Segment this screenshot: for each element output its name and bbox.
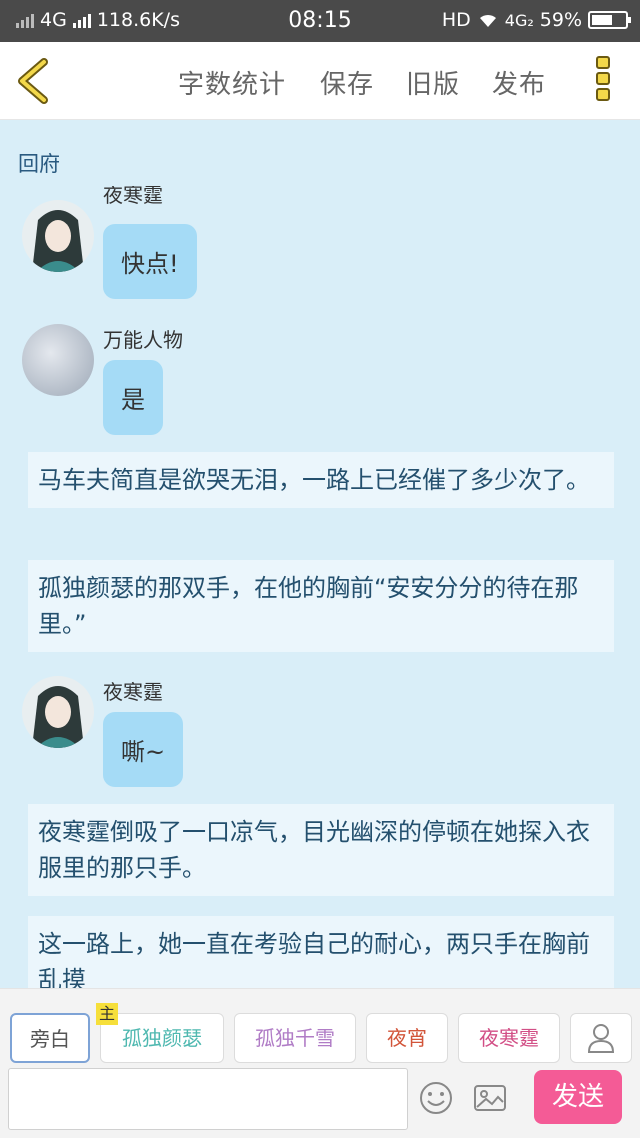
emoji-button[interactable]: [418, 1080, 454, 1116]
narration-block[interactable]: 这一路上，她一直在考验自己的耐心，两只手在胸前乱摸: [28, 916, 614, 988]
character-chip-narrator[interactable]: 旁白: [10, 1013, 90, 1063]
character-avatar-icon: [22, 676, 94, 748]
image-icon: [474, 1085, 506, 1111]
character-chip-label: 孤独千雪: [255, 1026, 335, 1050]
character-chip-ye-hanting[interactable]: 夜寒霆: [458, 1013, 560, 1063]
person-icon: [587, 1024, 615, 1053]
battery-percent: 59%: [539, 9, 582, 31]
speaker-name: 夜寒霆: [103, 186, 163, 207]
hd-label: HD: [441, 9, 471, 31]
host-badge: 主: [96, 1003, 119, 1025]
network2-label: 4G₂: [504, 10, 534, 30]
smiley-icon: [420, 1082, 452, 1114]
character-chip-label: 夜宵: [387, 1026, 427, 1050]
input-bar: 发送: [0, 1068, 640, 1138]
back-button[interactable]: [14, 58, 54, 104]
image-button[interactable]: [472, 1080, 508, 1116]
add-character-button[interactable]: [570, 1013, 632, 1063]
chat-area[interactable]: 回府 夜寒霆 快点! 万能人物 是 马车夫简直是欲哭无泪，一路上已经催了多少次了…: [0, 120, 640, 988]
character-chip-gudu-qianxue[interactable]: 孤独千雪: [234, 1013, 356, 1063]
narration-block[interactable]: 马车夫简直是欲哭无泪，一路上已经催了多少次了。: [28, 452, 614, 508]
avatar[interactable]: [22, 324, 94, 396]
character-chip-label: 旁白: [30, 1027, 70, 1051]
character-avatar-icon: [22, 200, 94, 272]
battery-icon: [588, 11, 631, 29]
publish-button[interactable]: 发布: [492, 64, 546, 101]
message-input[interactable]: [8, 1068, 408, 1130]
word-count-button[interactable]: 字数统计: [178, 64, 286, 101]
avatar[interactable]: [22, 200, 94, 272]
speaker-name: 夜寒霆: [103, 680, 163, 704]
wifi-icon: [479, 14, 496, 27]
dialogue-bubble[interactable]: 嘶~: [103, 712, 184, 787]
menu-dot-icon: [596, 56, 610, 69]
character-bar: 旁白 孤独颜瑟 主 孤独千雪 夜宵 夜寒霆: [0, 988, 640, 1068]
character-chip-yexiao[interactable]: 夜宵: [366, 1013, 448, 1063]
character-chip-label: 夜寒霆: [479, 1026, 539, 1050]
dialogue-bubble[interactable]: 快点!: [103, 224, 197, 299]
placeholder-avatar-icon: [22, 324, 94, 396]
more-menu-button[interactable]: [596, 56, 612, 106]
editor-toolbar: 字数统计 保存 旧版 发布: [0, 42, 640, 120]
character-chip-label: 孤独颜瑟: [122, 1026, 202, 1050]
menu-dot-icon: [596, 88, 610, 101]
status-right: HD 4G₂ 59%: [441, 9, 631, 31]
avatar[interactable]: [22, 676, 94, 748]
save-button[interactable]: 保存: [320, 64, 374, 101]
narration-block[interactable]: 孤独颜瑟的那双手，在他的胸前“安安分分的待在那里。”: [28, 560, 614, 652]
speaker-name: 万能人物: [103, 328, 183, 352]
menu-dot-icon: [596, 72, 610, 85]
chapter-title: 回府: [18, 152, 60, 176]
status-bar: 4G 118.6K/s 08:15 HD 4G₂ 59%: [0, 0, 640, 42]
narration-block[interactable]: 夜寒霆倒吸了一口凉气，目光幽深的停顿在她探入衣服里的那只手。: [28, 804, 614, 896]
dialogue-bubble[interactable]: 是: [103, 360, 163, 435]
old-version-button[interactable]: 旧版: [406, 64, 460, 101]
send-button[interactable]: 发送: [534, 1070, 622, 1124]
chevron-left-icon: [18, 58, 48, 104]
character-chip-gudu-yanse[interactable]: 孤独颜瑟: [100, 1013, 224, 1063]
